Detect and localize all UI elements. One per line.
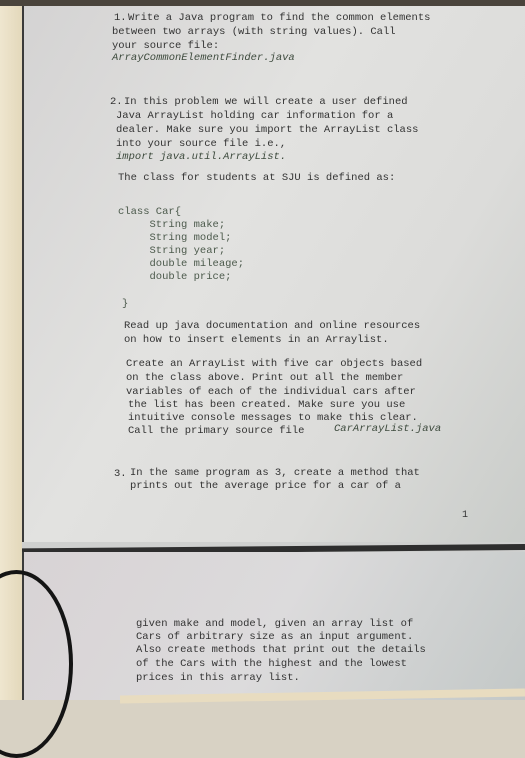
q2-number: 2. xyxy=(110,96,123,108)
code-line-7: } xyxy=(122,298,129,310)
document-page-2: given make and model, given an array lis… xyxy=(22,552,525,700)
document-page-1: 1. Write a Java program to find the comm… xyxy=(22,6,525,542)
q3-cont-4: of the Cars with the highest and the low… xyxy=(136,658,407,670)
q3-number: 3. xyxy=(114,468,127,480)
code-line-4: String year; xyxy=(118,245,226,257)
q1-number: 1. xyxy=(114,12,127,24)
q3-cont-5: prices in this array list. xyxy=(136,672,300,684)
q2-create-4: the list has been created. Make sure you… xyxy=(128,399,406,411)
q1-line-2: between two arrays (with string values).… xyxy=(112,26,396,38)
q2-create-2: on the class above. Print out all the me… xyxy=(126,372,404,384)
q2-import-line: import java.util.ArrayList. xyxy=(116,151,287,163)
q2-line-1: In this problem we will create a user de… xyxy=(124,96,408,108)
code-line-3: String model; xyxy=(118,232,232,244)
code-line-6: double price; xyxy=(118,271,232,283)
q2-create-1: Create an ArrayList with five car object… xyxy=(126,358,423,370)
q2-create-3: variables of each of the individual cars… xyxy=(126,386,416,398)
q3-line-2: prints out the average price for a car o… xyxy=(130,480,401,492)
q3-cont-3: Also create methods that print out the d… xyxy=(136,644,426,656)
code-line-5: double mileage; xyxy=(118,258,245,270)
code-line-1: class Car{ xyxy=(118,206,182,218)
page-number: 1 xyxy=(462,510,469,521)
q2-line-4: into your source file i.e., xyxy=(116,138,287,150)
code-line-2: String make; xyxy=(118,219,226,231)
screen: 1. Write a Java program to find the comm… xyxy=(21,6,525,700)
q1-filename: ArrayCommonElementFinder.java xyxy=(112,52,295,64)
q3-cont-1: given make and model, given an array lis… xyxy=(136,618,414,630)
q2-line-3: dealer. Make sure you import the ArrayLi… xyxy=(116,124,419,136)
q2-class-intro: The class for students at SJU is defined… xyxy=(118,172,396,184)
q3-cont-2: Cars of arbitrary size as an input argum… xyxy=(136,631,414,643)
q2-create-filename: CarArrayList.java xyxy=(334,423,442,435)
q2-readup-2: on how to insert elements in an Arraylis… xyxy=(124,334,389,346)
q2-create-6: Call the primary source file xyxy=(128,425,305,437)
q2-readup-1: Read up java documentation and online re… xyxy=(124,320,421,332)
q1-line-1: Write a Java program to find the common … xyxy=(128,12,431,24)
q3-line-1: In the same program as 3, create a metho… xyxy=(130,467,420,479)
q2-line-2: Java ArrayList holding car information f… xyxy=(116,110,394,122)
